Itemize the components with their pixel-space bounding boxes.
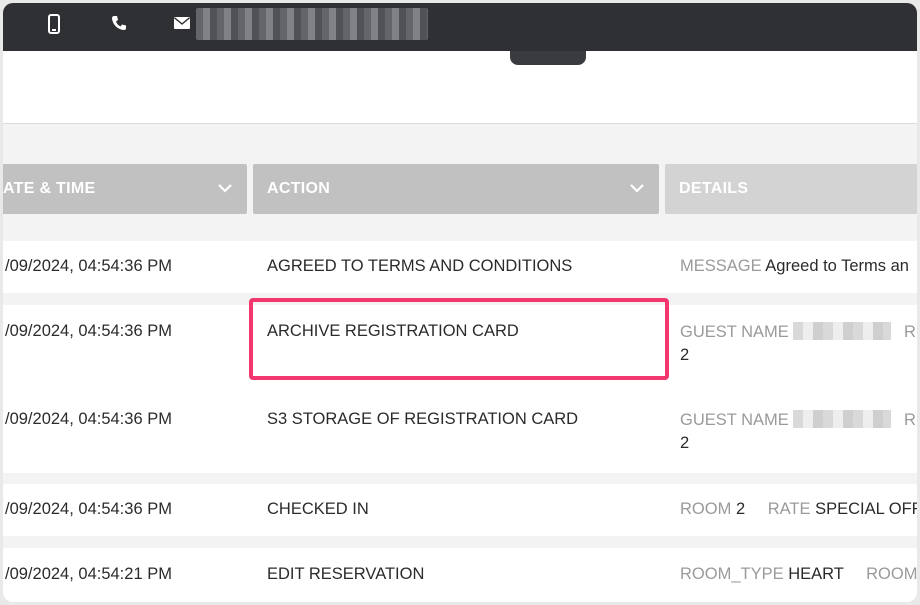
mobile-phone-icon[interactable] [48, 14, 60, 34]
column-header-details[interactable]: DETAILS [665, 164, 917, 214]
row-action: AGREED TO TERMS AND CONDITIONS [267, 257, 573, 275]
filter-band [3, 51, 917, 124]
chevron-down-icon[interactable] [629, 180, 645, 198]
detail-value-line2: 2 [680, 434, 690, 452]
top-bar [3, 3, 917, 51]
highlight-box [249, 298, 669, 380]
row-date: /09/2024, 04:54:36 PM [5, 500, 172, 518]
email-address-redacted [196, 8, 428, 40]
phone-icon[interactable] [111, 15, 127, 31]
column-header-action[interactable]: ACTION [253, 164, 659, 214]
detail-label: ROOM [680, 500, 732, 518]
row-date: /09/2024, 04:54:36 PM [5, 410, 172, 428]
detail-value-line2: 2 [680, 346, 690, 364]
column-header-date-time-label: ATE & TIME [3, 180, 96, 197]
column-header-details-label: DETAILS [679, 180, 749, 197]
row-details: GUEST NAME R [680, 322, 916, 342]
row-action: CHECKED IN [267, 500, 369, 518]
detail-label: ROOM [866, 565, 917, 583]
detail-label: R [903, 411, 916, 429]
row-details: GUEST NAME R [680, 410, 916, 430]
table-row[interactable]: /09/2024, 04:54:21 PM EDIT RESERVATION R… [3, 548, 917, 602]
row-details: ROOM_TYPE HEART ROOM 1 [680, 565, 917, 584]
detail-value: Agreed to Terms an [765, 257, 909, 275]
panel-toggle-handle[interactable] [510, 51, 586, 65]
detail-label: GUEST NAME [680, 411, 789, 429]
app-window: ATE & TIME ACTION DETAILS /09/2024, 04:5… [3, 3, 917, 602]
row-date: /09/2024, 04:54:21 PM [5, 565, 172, 583]
detail-value: 2 [735, 500, 746, 518]
guest-name-redacted [793, 322, 892, 340]
detail-label: ROOM_TYPE [680, 565, 784, 583]
detail-label: GUEST NAME [680, 323, 789, 341]
detail-label: R [903, 323, 916, 341]
email-icon[interactable] [174, 17, 190, 29]
detail-value: SPECIAL OFFI [815, 500, 917, 518]
row-details: ROOM 2 RATE SPECIAL OFFI [680, 500, 917, 519]
column-header-action-label: ACTION [267, 180, 331, 197]
row-date: /09/2024, 04:54:36 PM [5, 257, 172, 275]
table-row[interactable]: /09/2024, 04:54:36 PM S3 STORAGE OF REGI… [3, 393, 917, 473]
column-header-date-time[interactable]: ATE & TIME [3, 164, 247, 214]
chevron-down-icon[interactable] [217, 180, 233, 198]
table-row[interactable]: /09/2024, 04:54:36 PM AGREED TO TERMS AN… [3, 241, 917, 293]
table-row[interactable]: /09/2024, 04:54:36 PM CHECKED IN ROOM 2 … [3, 484, 917, 536]
row-date: /09/2024, 04:54:36 PM [5, 322, 172, 340]
guest-name-redacted [793, 410, 892, 428]
detail-value: HEART [788, 565, 844, 583]
detail-label: MESSAGE [680, 257, 762, 275]
row-details: MESSAGE Agreed to Terms an [680, 257, 909, 276]
row-action: S3 STORAGE OF REGISTRATION CARD [267, 410, 579, 428]
row-action: EDIT RESERVATION [267, 565, 425, 583]
detail-label: RATE [767, 500, 811, 518]
